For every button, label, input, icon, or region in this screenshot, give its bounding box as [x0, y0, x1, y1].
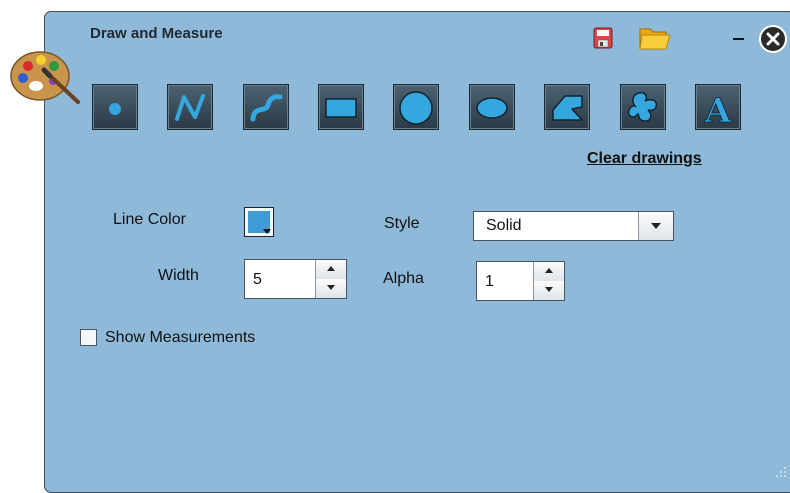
folder-icon[interactable] — [638, 24, 672, 52]
alpha-stepper-buttons — [533, 262, 564, 300]
save-icon[interactable] — [593, 27, 613, 49]
show-measurements-label: Show Measurements — [105, 329, 256, 346]
rectangle-icon — [325, 98, 357, 118]
alpha-label: Alpha — [383, 270, 424, 287]
text-icon: A — [703, 91, 732, 129]
circle-icon — [399, 91, 433, 125]
style-select[interactable]: Solid — [473, 211, 674, 241]
width-stepper-buttons — [315, 260, 346, 298]
palette-icon — [10, 51, 80, 104]
arrow-up-icon — [327, 266, 335, 271]
width-increment-button[interactable] — [316, 260, 346, 280]
alpha-increment-button[interactable] — [534, 262, 564, 282]
minimize-button[interactable] — [731, 22, 747, 42]
point-icon — [109, 103, 121, 115]
width-label: Width — [158, 267, 199, 284]
dropdown-arrow-icon — [263, 229, 271, 234]
polyline-icon — [175, 94, 205, 121]
width-stepper[interactable]: 5 — [244, 259, 347, 299]
freehand-polygon-icon — [627, 91, 658, 122]
arrow-down-icon — [327, 285, 335, 290]
line-color-label: Line Color — [113, 211, 186, 228]
rectangle-tool[interactable] — [318, 84, 364, 130]
arrow-up-icon — [545, 268, 553, 273]
polygon-icon — [552, 95, 583, 121]
freehand-polygon-tool[interactable] — [620, 84, 666, 130]
chevron-down-icon — [651, 223, 661, 229]
line-color-picker[interactable] — [244, 207, 274, 237]
point-tool[interactable] — [92, 84, 138, 130]
style-select-value: Solid — [486, 217, 522, 234]
circle-tool[interactable] — [393, 84, 439, 130]
alpha-value[interactable]: 1 — [485, 273, 494, 291]
arrow-down-icon — [545, 287, 553, 292]
text-tool[interactable]: A — [695, 84, 741, 130]
polyline-tool[interactable] — [167, 84, 213, 130]
show-measurements-checkbox[interactable] — [80, 329, 97, 346]
window-title: Draw and Measure — [90, 25, 223, 42]
width-decrement-button[interactable] — [316, 279, 346, 298]
close-button[interactable] — [758, 24, 788, 54]
alpha-stepper[interactable]: 1 — [476, 261, 565, 301]
clear-drawings-link[interactable]: Clear drawings — [587, 150, 702, 168]
polygon-tool[interactable] — [544, 84, 590, 130]
svg-text:A: A — [704, 91, 732, 129]
freehand-line-icon — [250, 94, 283, 122]
resize-grip-icon[interactable] — [775, 466, 787, 478]
freehand-line-tool[interactable] — [243, 84, 289, 130]
ellipse-tool[interactable] — [469, 84, 515, 130]
minimize-icon — [733, 38, 744, 40]
ellipse-icon — [476, 97, 508, 119]
style-select-button[interactable] — [638, 212, 673, 240]
width-value[interactable]: 5 — [253, 271, 262, 289]
style-label: Style — [384, 215, 420, 232]
alpha-decrement-button[interactable] — [534, 281, 564, 300]
